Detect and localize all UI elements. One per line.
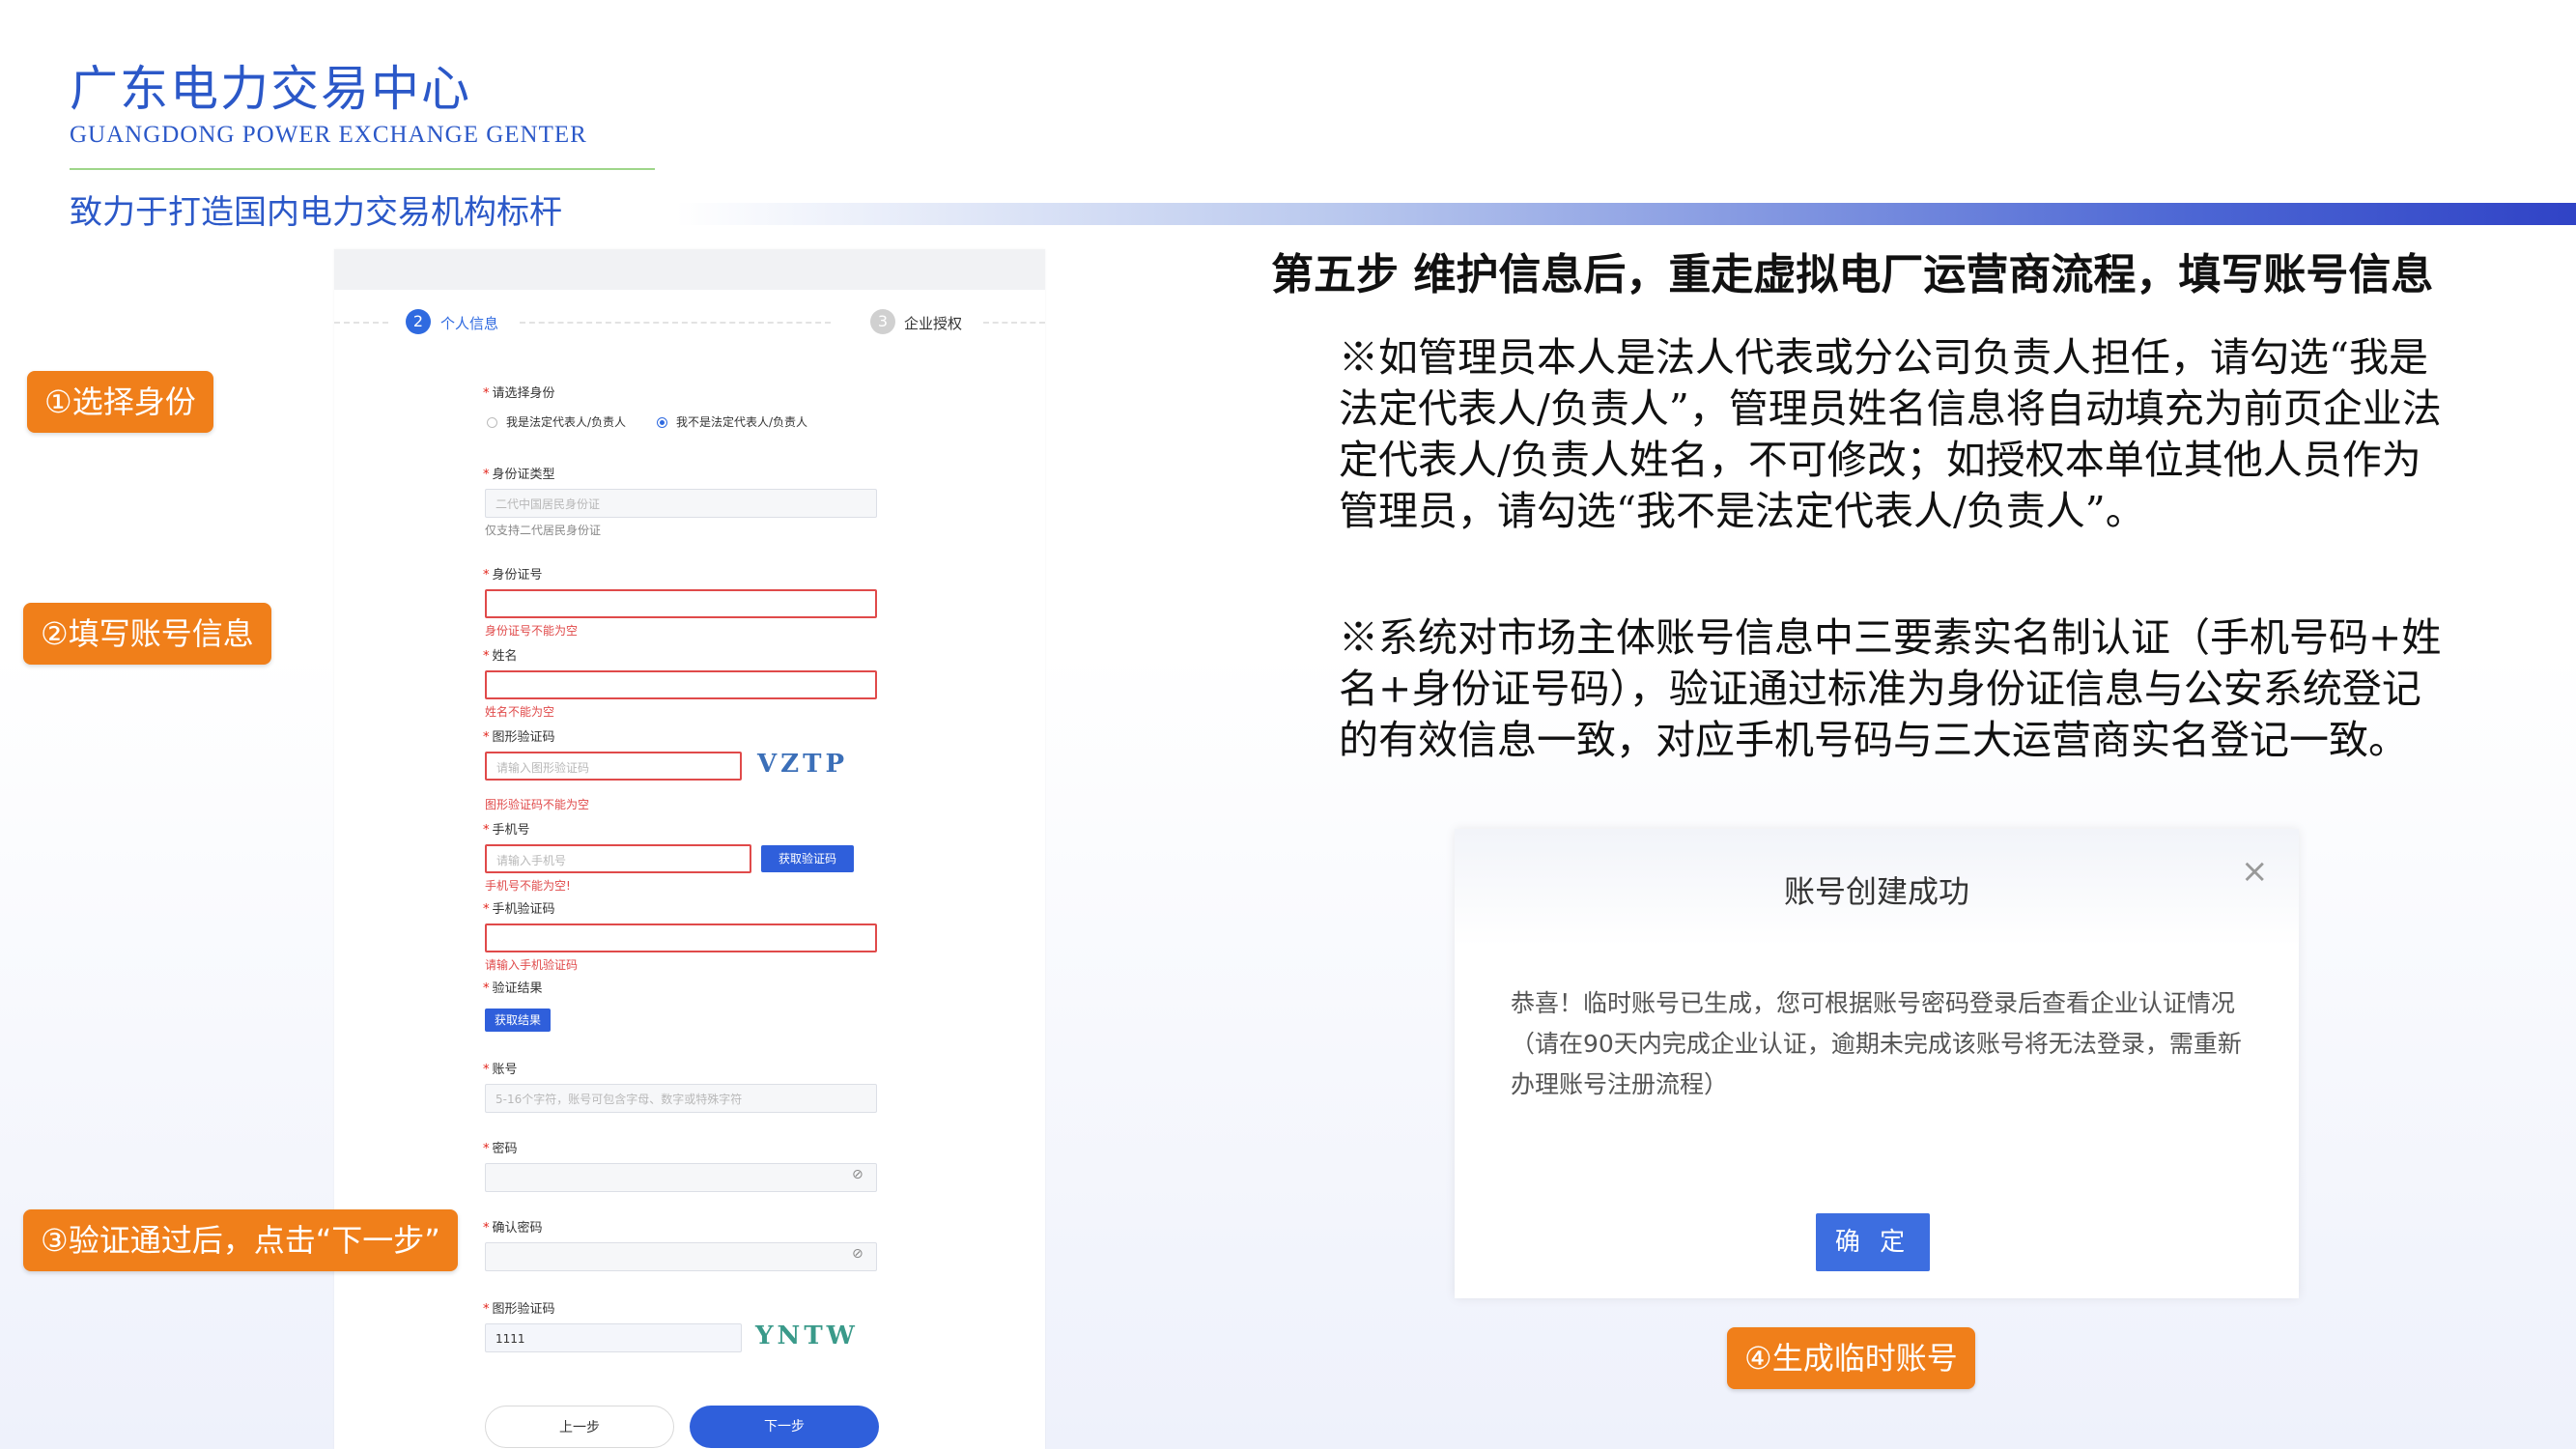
callout-select-identity: ①选择身份 (27, 371, 213, 433)
captcha2-input[interactable]: 1111 (485, 1323, 742, 1352)
id-number-input[interactable] (485, 589, 877, 618)
dialog-body: 恭喜！临时账号已生成，您可根据账号密码登录后查看企业认证情况 （请在90天内完成… (1511, 983, 2245, 1105)
step-connector (520, 322, 831, 325)
next-step-button[interactable]: 下一步 (690, 1406, 879, 1448)
get-sms-code-button[interactable]: 获取验证码 (761, 845, 854, 872)
org-name-cn: 广东电力交易中心 (70, 61, 471, 117)
name-input[interactable] (485, 670, 877, 699)
captcha-input[interactable]: 请输入图形验证码 (485, 752, 742, 781)
form-top-bar (334, 249, 1045, 290)
radio-not-legal-rep-label: 我不是法定代表人/负责人 (676, 415, 808, 429)
confirm-button[interactable]: 确 定 (1816, 1213, 1930, 1271)
callout-click-next: ③验证通过后，点击“下一步” (23, 1209, 458, 1271)
step-connector (334, 322, 388, 325)
get-result-button[interactable]: 获取结果 (485, 1009, 551, 1032)
note-real-name: ※系统对市场主体账号信息中三要素实名制认证（手机号码+姓名+身份证号码），验证通… (1339, 614, 2442, 763)
confirm-password-label: * 确认密码 (483, 1221, 543, 1236)
dialog-message: 恭喜！临时账号已生成，您可根据账号密码登录后查看企业认证情况 (1511, 989, 2236, 1017)
step-2-circle: 2 (406, 309, 431, 334)
eye-slash-icon[interactable]: ⊘ (852, 1246, 863, 1262)
password-label: * 密码 (483, 1142, 518, 1156)
id-type-label: * 身份证类型 (483, 468, 555, 482)
name-error: 姓名不能为空 (485, 705, 555, 719)
phone-label: * 手机号 (483, 823, 530, 838)
radio-not-legal-rep[interactable] (657, 417, 667, 428)
captcha2-label: * 图形验证码 (483, 1302, 555, 1317)
prev-step-button[interactable]: 上一步 (485, 1406, 674, 1448)
sms-code-error: 请输入手机验证码 (485, 958, 579, 972)
id-number-error: 身份证号不能为空 (485, 624, 579, 638)
radio-legal-rep[interactable] (487, 417, 497, 428)
phone-input[interactable]: 请输入手机号 (485, 844, 751, 873)
step-title: 第五步 维护信息后，重走虚拟电厂运营商流程，填写账号信息 (1271, 250, 2434, 299)
callout-temp-account: ④生成临时账号 (1727, 1327, 1975, 1389)
org-name-en: GUANGDONG POWER EXCHANGE GENTER (70, 122, 587, 148)
account-label: * 账号 (483, 1063, 518, 1077)
phone-error: 手机号不能为空! (485, 879, 571, 893)
callout-fill-account: ②填写账号信息 (23, 603, 271, 665)
step-3-label: 企业授权 (904, 315, 963, 332)
step-3-circle: 3 (870, 309, 895, 334)
captcha-label: * 图形验证码 (483, 730, 555, 745)
id-type-select[interactable]: 二代中国居民身份证 (485, 489, 877, 518)
captcha-image[interactable]: VZTP (757, 750, 848, 779)
close-icon[interactable]: × (2241, 852, 2269, 891)
radio-legal-rep-label: 我是法定代表人/负责人 (506, 415, 627, 429)
header-divider (70, 168, 655, 170)
confirm-password-input[interactable] (485, 1242, 877, 1271)
account-input[interactable]: 5-16个字符，账号可包含字母、数字或特殊字符 (485, 1084, 877, 1113)
captcha2-image[interactable]: YNTW (755, 1321, 859, 1350)
note-legal-rep: ※如管理员本人是法人代表或分公司负责人担任，请勾选“我是法定代表人/负责人”，管… (1339, 334, 2442, 534)
name-label: * 姓名 (483, 649, 518, 664)
dialog-note: （请在90天内完成企业认证，逾期未完成该账号将无法登录，需重新办理账号注册流程） (1511, 1030, 2242, 1098)
success-dialog: 账号创建成功 × 恭喜！临时账号已生成，您可根据账号密码登录后查看企业认证情况 … (1455, 829, 2299, 1298)
step-2-label: 个人信息 (440, 315, 499, 332)
sms-code-input[interactable] (485, 923, 877, 952)
password-input[interactable] (485, 1163, 877, 1192)
verify-label: * 验证结果 (483, 981, 543, 996)
step-connector (983, 322, 1045, 325)
captcha-error: 图形验证码不能为空 (485, 798, 590, 811)
id-number-label: * 身份证号 (483, 568, 543, 582)
dialog-title: 账号创建成功 (1783, 873, 1969, 910)
identity-label: * 请选择身份 (483, 386, 555, 401)
eye-slash-icon[interactable]: ⊘ (852, 1167, 863, 1182)
id-type-hint: 仅支持二代居民身份证 (485, 524, 602, 537)
sms-code-label: * 手机验证码 (483, 902, 555, 917)
header-gradient-band (676, 203, 2576, 225)
slogan: 致力于打造国内电力交易机构标杆 (70, 193, 562, 232)
